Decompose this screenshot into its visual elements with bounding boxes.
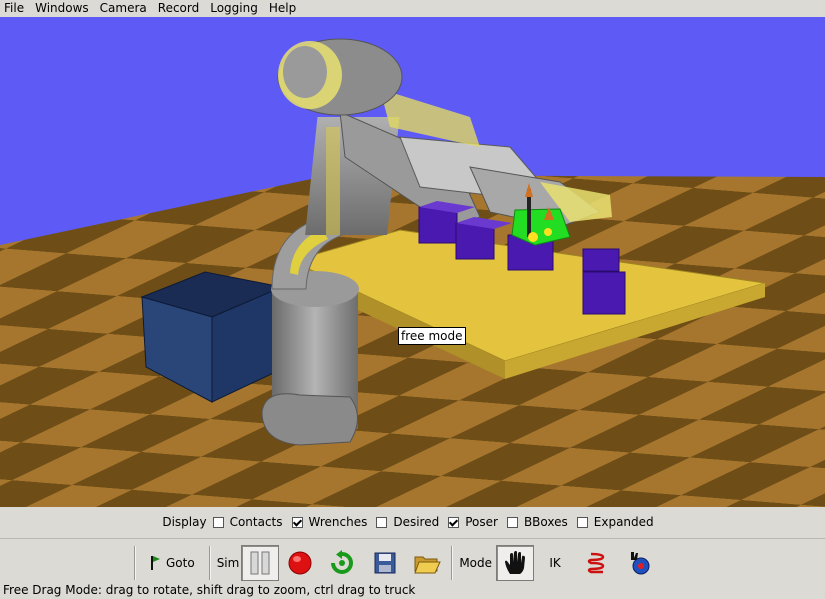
- goto-button[interactable]: Goto: [140, 545, 205, 581]
- menu-windows[interactable]: Windows: [29, 0, 94, 17]
- reset-button[interactable]: [321, 545, 363, 581]
- spring-icon: [587, 552, 605, 574]
- desired-label: Desired: [393, 515, 440, 529]
- hand-icon: [505, 551, 526, 574]
- wrenches-label: Wrenches: [308, 515, 368, 529]
- force-icon: [631, 552, 650, 575]
- simulation-viewport[interactable]: free mode: [0, 17, 825, 507]
- menubar: File Windows Camera Record Logging Help: [0, 0, 825, 17]
- menu-camera[interactable]: Camera: [94, 0, 152, 17]
- bboxes-label: BBoxes: [523, 515, 568, 529]
- contacts-label: Contacts: [229, 515, 283, 529]
- ik-label: IK: [549, 556, 561, 570]
- expanded-label: Expanded: [593, 515, 654, 529]
- option-contacts[interactable]: Contacts: [212, 515, 283, 529]
- desired-checkbox[interactable]: [376, 516, 388, 528]
- save-button[interactable]: [363, 545, 407, 581]
- toolbar-separator: [208, 546, 211, 580]
- record-icon: [288, 551, 312, 575]
- bboxes-checkbox[interactable]: [506, 516, 518, 528]
- menu-logging[interactable]: Logging: [204, 0, 263, 17]
- menu-help[interactable]: Help: [263, 0, 301, 17]
- hand-mode-button[interactable]: [496, 545, 535, 581]
- tooltip: free mode: [398, 327, 466, 345]
- option-wrenches[interactable]: Wrenches: [291, 515, 368, 529]
- sim-label: Sim: [216, 556, 240, 570]
- contacts-checkbox[interactable]: [212, 516, 224, 528]
- pause-button[interactable]: [241, 545, 280, 581]
- mode-label: Mode: [459, 556, 493, 570]
- display-label: Display: [162, 515, 207, 529]
- ik-mode-button[interactable]: IK: [534, 545, 576, 581]
- poser-checkbox[interactable]: [448, 516, 460, 528]
- open-folder-icon: [414, 556, 442, 574]
- display-options: Display Contacts Wrenches Desired Poser …: [0, 507, 825, 537]
- option-desired[interactable]: Desired: [376, 515, 439, 529]
- save-icon: [374, 552, 396, 574]
- toolbar-separator: [451, 546, 454, 580]
- scene-render: [0, 17, 825, 507]
- expanded-checkbox[interactable]: [576, 516, 588, 528]
- toolbar-separator: [134, 546, 136, 580]
- status-bar: Free Drag Mode: drag to rotate, shift dr…: [3, 583, 416, 597]
- goto-label: Goto: [166, 556, 195, 570]
- toolbar: Goto Sim Mode IK: [0, 543, 825, 583]
- menu-file[interactable]: File: [0, 0, 29, 17]
- option-expanded[interactable]: Expanded: [576, 515, 654, 529]
- open-button[interactable]: [407, 545, 447, 581]
- poser-label: Poser: [465, 515, 498, 529]
- wrenches-checkbox[interactable]: [291, 516, 303, 528]
- divider: [0, 538, 825, 539]
- menu-record[interactable]: Record: [152, 0, 204, 17]
- option-bboxes[interactable]: BBoxes: [506, 515, 568, 529]
- option-poser[interactable]: Poser: [448, 515, 498, 529]
- spring-mode-button[interactable]: [576, 545, 618, 581]
- force-mode-button[interactable]: [618, 545, 660, 581]
- pause-icon: [250, 551, 270, 575]
- record-button[interactable]: [279, 545, 321, 581]
- goto-flag-icon: [151, 556, 160, 570]
- reset-icon: [331, 550, 354, 574]
